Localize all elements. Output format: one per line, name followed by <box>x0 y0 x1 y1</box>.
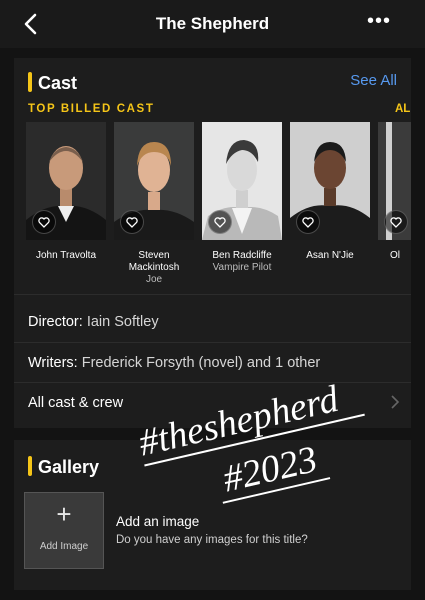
actor-photo <box>290 122 370 240</box>
cast-card[interactable]: Asan N'Jie <box>290 122 370 262</box>
director-label: Director: <box>28 314 83 330</box>
plus-icon: + <box>56 499 72 529</box>
cast-card[interactable]: John Travolta <box>26 122 106 262</box>
gallery-heading-label: Gallery <box>38 457 100 477</box>
accent-bar <box>28 72 32 92</box>
actor-name: Asan N'Jie <box>306 250 354 261</box>
add-image-title: Add an image <box>116 514 200 529</box>
heart-icon[interactable] <box>208 210 232 234</box>
see-all-link[interactable]: See All <box>350 72 397 89</box>
gallery-section: Gallery + Add Image Add an image Do you … <box>14 440 411 590</box>
top-billed-cast-label: TOP BILLED CAST <box>28 103 155 115</box>
actor-photo <box>114 122 194 240</box>
heart-icon[interactable] <box>32 210 56 234</box>
actor-name: Steven Mackintosh <box>128 250 180 273</box>
heart-icon[interactable] <box>120 210 144 234</box>
actor-photo <box>26 122 106 240</box>
divider <box>14 382 411 383</box>
accent-bar <box>28 456 32 476</box>
writers-row[interactable]: Writers: Frederick Forsyth (novel) and 1… <box>28 355 320 371</box>
cast-section: Cast See All TOP BILLED CAST AL John Tra… <box>14 58 411 428</box>
writers-label: Writers: <box>28 355 78 371</box>
next-section-label: AL <box>395 103 411 115</box>
heart-icon[interactable] <box>384 210 408 234</box>
cast-card[interactable]: Ol <box>378 122 411 262</box>
divider <box>14 294 411 295</box>
page-title: The Shepherd <box>155 14 270 33</box>
cast-card[interactable]: Ben Radcliffe Vampire Pilot <box>202 122 282 274</box>
actor-photo <box>202 122 282 240</box>
cast-carousel[interactable]: John Travolta Steven Mackintosh Joe Ben … <box>26 122 411 292</box>
gallery-heading: Gallery <box>28 456 99 478</box>
top-bar: The Shepherd ••• <box>0 0 425 48</box>
more-options-icon[interactable]: ••• <box>367 10 391 33</box>
director-value[interactable]: Iain Softley <box>87 314 159 330</box>
actor-role: Vampire Pilot <box>212 262 272 273</box>
add-image-label: Add Image <box>39 541 89 552</box>
chevron-right-icon[interactable] <box>389 394 401 410</box>
actor-photo <box>378 122 411 240</box>
add-image-subtitle: Do you have any images for this title? <box>116 534 308 546</box>
cast-card[interactable]: Steven Mackintosh Joe <box>114 122 194 286</box>
heart-icon[interactable] <box>296 210 320 234</box>
actor-name: John Travolta <box>35 250 97 261</box>
writers-value[interactable]: Frederick Forsyth (novel) and 1 other <box>82 355 321 371</box>
actor-name: Ben Radcliffe <box>212 250 272 261</box>
divider <box>14 342 411 343</box>
cast-heading-label: Cast <box>38 73 78 93</box>
actor-name: Ol <box>390 250 400 261</box>
director-row[interactable]: Director: Iain Softley <box>28 314 159 330</box>
all-cast-crew-link[interactable]: All cast & crew <box>28 395 123 411</box>
add-image-button[interactable]: + Add Image <box>24 492 104 569</box>
actor-role: Joe <box>145 274 163 285</box>
cast-heading: Cast <box>28 72 77 94</box>
